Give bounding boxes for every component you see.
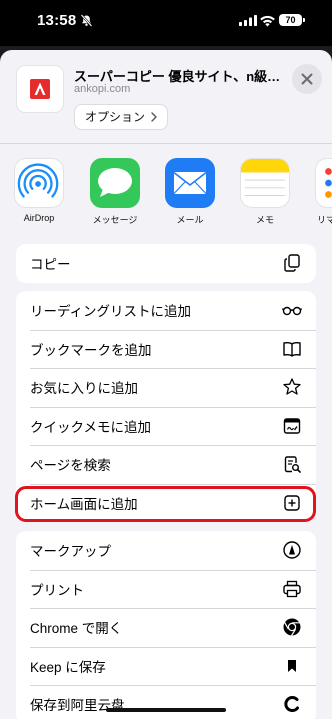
app-notes[interactable]: メモ <box>235 158 295 226</box>
star-icon <box>282 377 302 397</box>
row-label: ホーム画面に追加 <box>30 496 138 512</box>
print-row[interactable]: プリント <box>16 569 316 609</box>
row-label: ページを検索 <box>30 458 111 474</box>
app-label: リマ <box>317 215 332 225</box>
messages-icon <box>90 158 140 208</box>
row-label: マークアップ <box>30 544 111 560</box>
quick-note-icon <box>282 416 302 436</box>
save-to-aliyun-row[interactable]: 保存到阿里云盘 <box>16 685 316 719</box>
notes-icon <box>240 158 290 208</box>
wifi-icon <box>260 15 275 27</box>
markup-icon <box>282 540 302 560</box>
status-bar: 13:58 70 <box>0 0 332 46</box>
printer-icon <box>282 579 302 599</box>
add-to-quick-note-row[interactable]: クイックメモに追加 <box>16 406 316 446</box>
app-label: AirDrop <box>23 213 55 223</box>
share-sheet-header: スーパーコピー 優良サイト、n級品ブ… ankopi.com オプション <box>0 50 332 134</box>
save-to-keep-row[interactable]: Keep に保存 <box>16 646 316 686</box>
row-label: コピー <box>30 257 71 273</box>
row-label: プリント <box>30 582 84 598</box>
row-label: Chrome で開く <box>30 621 123 637</box>
app-label: メール <box>176 215 204 225</box>
airdrop-icon <box>14 158 64 208</box>
chrome-icon <box>282 617 302 637</box>
find-on-page-row[interactable]: ページを検索 <box>16 445 316 484</box>
battery-indicator: 70 <box>279 14 305 26</box>
row-label: リーディングリストに追加 <box>30 304 192 320</box>
site-logo-icon <box>30 79 50 99</box>
options-button[interactable]: オプション <box>74 104 169 130</box>
app-airdrop[interactable]: AirDrop <box>9 158 69 223</box>
row-label: クイックメモに追加 <box>30 419 151 435</box>
options-label: オプション <box>85 110 146 124</box>
header-divider <box>0 143 332 144</box>
site-thumbnail <box>16 65 64 113</box>
copy-group: コピー <box>16 244 316 283</box>
add-to-reading-list-row[interactable]: リーディングリストに追加 <box>16 291 316 330</box>
close-button[interactable] <box>292 64 322 94</box>
row-label: お気に入りに追加 <box>30 381 138 397</box>
chevron-right-icon <box>151 112 157 122</box>
actions-group: リーディングリストに追加 ブックマークを追加 お気に入りに追加 クイックメモに追… <box>16 291 316 522</box>
reminders-icon <box>315 158 332 208</box>
glasses-icon <box>282 300 302 320</box>
share-sheet: スーパーコピー 優良サイト、n級品ブ… ankopi.com オプション Air… <box>0 50 332 719</box>
row-label: Keep に保存 <box>30 659 106 675</box>
cellular-signal-icon <box>239 15 257 26</box>
add-square-icon <box>282 493 302 513</box>
app-label: メモ <box>255 215 274 225</box>
status-time: 13:58 <box>37 12 77 29</box>
book-icon <box>282 339 302 359</box>
site-domain: ankopi.com <box>74 83 131 95</box>
find-in-page-icon <box>282 454 302 474</box>
mail-icon <box>165 158 215 208</box>
bell-slash-icon <box>80 14 93 27</box>
copy-row[interactable]: コピー <box>16 244 316 283</box>
copy-icon <box>282 253 302 273</box>
open-in-chrome-row[interactable]: Chrome で開く <box>16 608 316 647</box>
app-label: メッセージ <box>92 215 138 225</box>
extensions-group: マークアップ プリント Chrome で開く Keep に保存 保存到阿里云盘 <box>16 531 316 719</box>
home-indicator <box>106 708 226 712</box>
app-messages[interactable]: メッセージ <box>85 158 145 226</box>
add-to-home-screen-row[interactable]: ホーム画面に追加 <box>16 483 316 523</box>
close-icon <box>301 73 313 85</box>
add-bookmark-row[interactable]: ブックマークを追加 <box>16 329 316 369</box>
app-reminders[interactable]: リマ <box>310 158 332 226</box>
row-label: ブックマークを追加 <box>30 342 152 358</box>
app-mail[interactable]: メール <box>160 158 220 226</box>
share-apps-row: AirDrop メッセージ メール メモ リマ <box>0 158 332 228</box>
markup-row[interactable]: マークアップ <box>16 531 316 570</box>
add-to-favorites-row[interactable]: お気に入りに追加 <box>16 368 316 407</box>
bookmark-icon <box>282 656 302 676</box>
aliyun-icon <box>282 694 302 714</box>
